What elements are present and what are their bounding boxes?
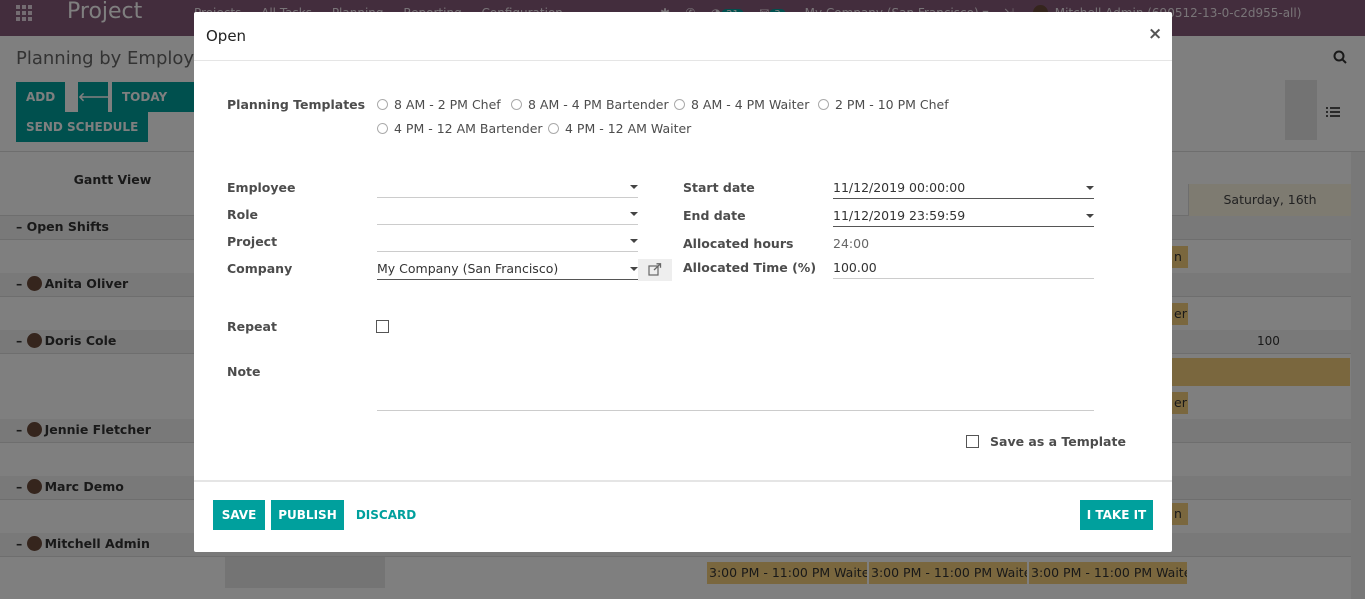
- template-radio[interactable]: 2 PM - 10 PM Chef: [818, 97, 949, 112]
- project-label: Project: [227, 234, 278, 249]
- radio-circle-icon: [818, 99, 829, 110]
- template-label: 4 PM - 12 AM Bartender: [394, 121, 543, 136]
- radio-circle-icon: [377, 123, 388, 134]
- repeat-label: Repeat: [227, 319, 277, 334]
- modal-header: Open ×: [194, 12, 1172, 61]
- allocated-hours-label: Allocated hours: [683, 236, 794, 251]
- template-label: 4 PM - 12 AM Waiter: [565, 121, 692, 136]
- template-radio[interactable]: 8 AM - 4 PM Waiter: [674, 97, 809, 112]
- employee-label: Employee: [227, 180, 296, 195]
- close-icon[interactable]: ×: [1148, 24, 1162, 44]
- start-date-label: Start date: [683, 180, 755, 195]
- allocated-time-input[interactable]: 100.00: [833, 259, 1094, 279]
- modal-body: Planning Templates 8 AM - 2 PM Chef 8 AM…: [194, 62, 1172, 480]
- radio-circle-icon: [674, 99, 685, 110]
- dropdown-caret-icon: [1086, 186, 1094, 190]
- radio-circle-icon: [548, 123, 559, 134]
- allocated-hours-value: 24:00: [833, 236, 870, 251]
- dropdown-caret-icon: [1086, 214, 1094, 218]
- template-radio[interactable]: 4 PM - 12 AM Waiter: [548, 121, 691, 136]
- discard-button[interactable]: DISCARD: [351, 500, 421, 530]
- save-button[interactable]: SAVE: [213, 500, 265, 530]
- save-template-checkbox[interactable]: [966, 435, 979, 448]
- modal-title: Open: [206, 27, 247, 45]
- template-label: 8 AM - 4 PM Bartender: [528, 97, 669, 112]
- end-date-input[interactable]: 11/12/2019 23:59:59: [833, 207, 1094, 227]
- template-label: 8 AM - 4 PM Waiter: [691, 97, 810, 112]
- open-shift-dialog: Open × Planning Templates 8 AM - 2 PM Ch…: [194, 12, 1172, 552]
- template-radio[interactable]: 8 AM - 2 PM Chef: [377, 97, 501, 112]
- template-radio[interactable]: 4 PM - 12 AM Bartender: [377, 121, 543, 136]
- note-textarea[interactable]: [377, 382, 1094, 411]
- dropdown-caret-icon: [630, 185, 638, 189]
- role-label: Role: [227, 207, 258, 222]
- modal-footer: SAVE PUBLISH DISCARD I TAKE IT: [194, 480, 1172, 552]
- radio-circle-icon: [377, 99, 388, 110]
- template-label: 2 PM - 10 PM Chef: [835, 97, 949, 112]
- repeat-checkbox[interactable]: [376, 320, 389, 333]
- allocated-time-label: Allocated Time (%): [683, 260, 817, 275]
- note-label: Note: [227, 364, 261, 379]
- external-link-button[interactable]: [638, 259, 672, 281]
- dropdown-caret-icon: [630, 239, 638, 243]
- take-it-button[interactable]: I TAKE IT: [1080, 500, 1153, 530]
- employee-select[interactable]: [377, 178, 638, 198]
- template-label: 8 AM - 2 PM Chef: [394, 97, 501, 112]
- external-link-icon: [648, 263, 662, 276]
- planning-templates-label: Planning Templates: [227, 97, 366, 112]
- company-select[interactable]: My Company (San Francisco): [377, 260, 638, 280]
- project-select[interactable]: [377, 232, 638, 252]
- template-radio[interactable]: 8 AM - 4 PM Bartender: [511, 97, 669, 112]
- save-template-label: Save as a Template: [990, 434, 1126, 449]
- start-date-input[interactable]: 11/12/2019 00:00:00: [833, 179, 1094, 199]
- radio-circle-icon: [511, 99, 522, 110]
- role-select[interactable]: [377, 205, 638, 225]
- company-label: Company: [227, 261, 293, 276]
- publish-button[interactable]: PUBLISH: [271, 500, 344, 530]
- dropdown-caret-icon: [630, 212, 638, 216]
- end-date-label: End date: [683, 208, 746, 223]
- dropdown-caret-icon: [630, 267, 638, 271]
